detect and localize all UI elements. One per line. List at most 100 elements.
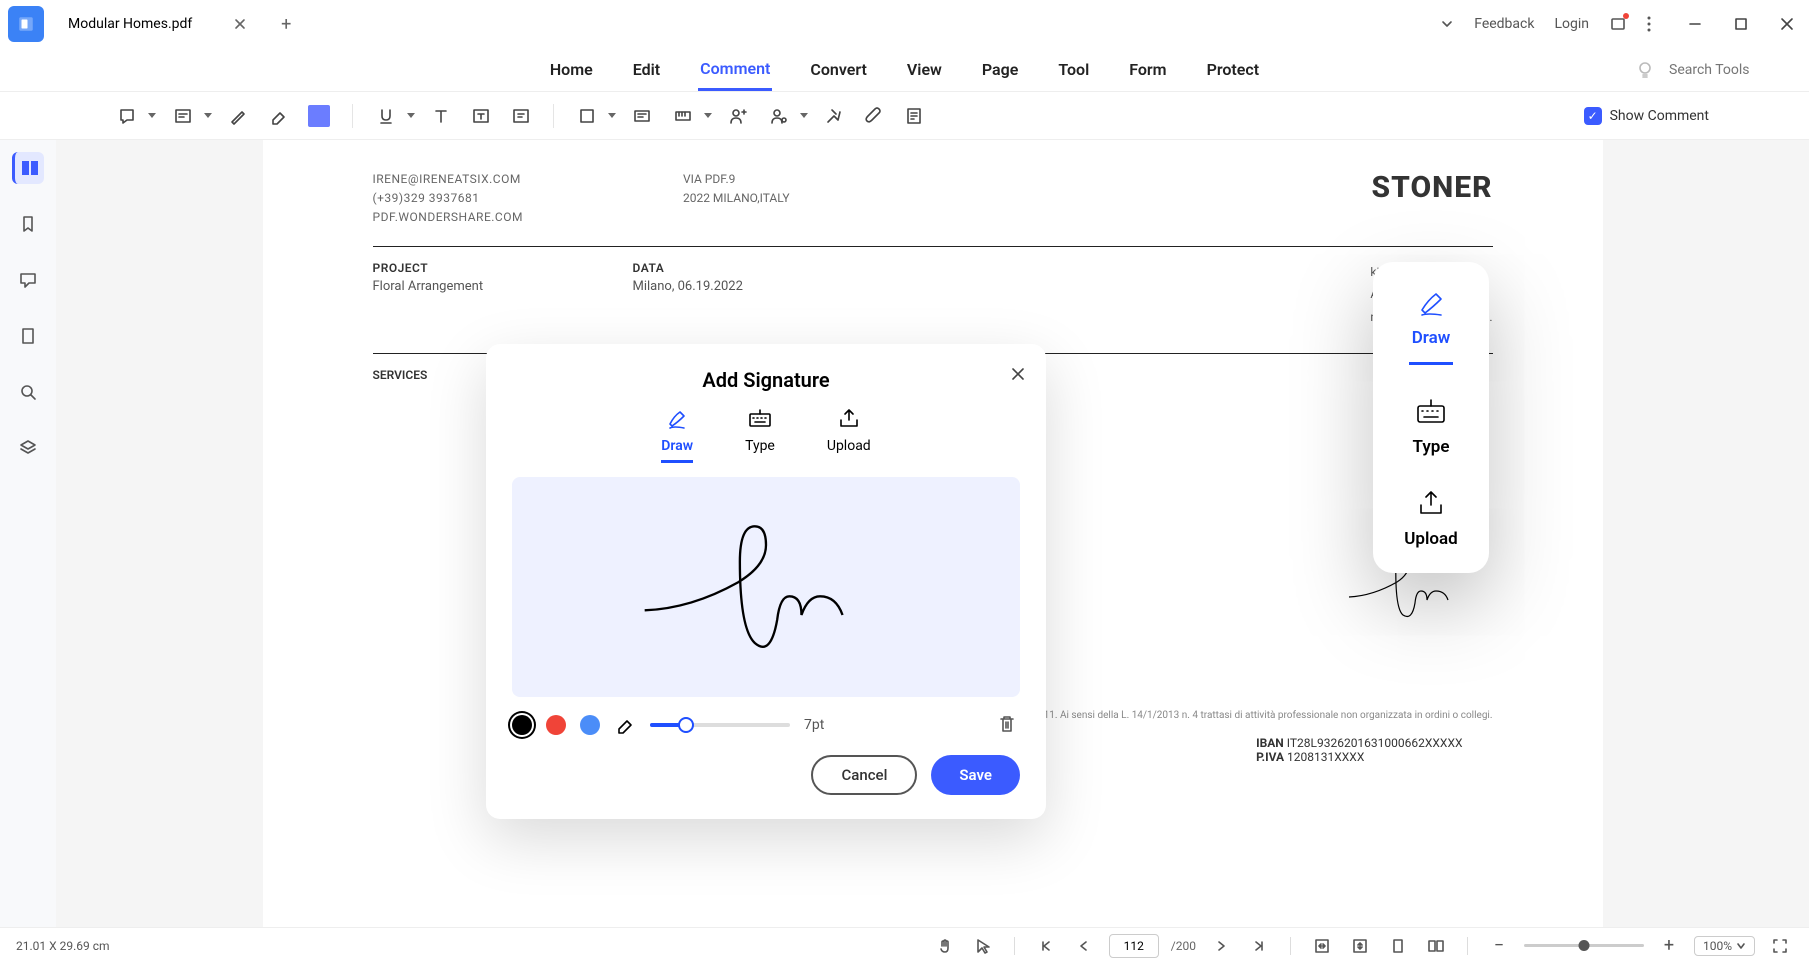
contact-web: PDF.WONDERSHARE.COM bbox=[373, 208, 523, 227]
maximize-window-icon[interactable] bbox=[1727, 10, 1755, 38]
menu-protect[interactable]: Protect bbox=[1205, 50, 1262, 89]
add-contact-tool[interactable] bbox=[722, 100, 754, 132]
main-menu: Home Edit Comment Convert View Page Tool… bbox=[0, 48, 1809, 92]
measure-tool[interactable] bbox=[666, 100, 714, 132]
prev-page-icon[interactable] bbox=[1071, 933, 1097, 959]
stamp-tool[interactable] bbox=[626, 100, 658, 132]
cancel-button[interactable]: Cancel bbox=[811, 755, 917, 795]
hand-tool-icon[interactable] bbox=[932, 933, 958, 959]
close-window-icon[interactable] bbox=[1773, 10, 1801, 38]
brand-logo: STONER bbox=[1371, 170, 1492, 205]
zoom-in-icon[interactable]: + bbox=[1656, 933, 1682, 959]
close-dialog-icon[interactable] bbox=[1010, 366, 1026, 387]
search-panel-icon[interactable] bbox=[12, 376, 44, 408]
stroke-width-slider[interactable] bbox=[650, 723, 790, 727]
fullscreen-icon[interactable] bbox=[1767, 933, 1793, 959]
keyboard-icon bbox=[1414, 395, 1448, 429]
add-contact-dropdown[interactable] bbox=[762, 100, 810, 132]
data-label: DATA bbox=[633, 261, 803, 275]
iban: IBAN IT28L9326201631000662XXXXX bbox=[1256, 736, 1462, 750]
data-value: Milano, 06.19.2022 bbox=[633, 279, 803, 294]
draw-icon bbox=[1414, 286, 1448, 320]
panel-upload[interactable]: Upload bbox=[1404, 487, 1457, 549]
color-swatch[interactable] bbox=[308, 105, 330, 127]
highlight-tool[interactable] bbox=[222, 100, 254, 132]
zoom-slider[interactable] bbox=[1524, 944, 1644, 947]
page-number-input[interactable] bbox=[1109, 934, 1159, 958]
save-button[interactable]: Save bbox=[931, 755, 1020, 795]
signature-tool[interactable] bbox=[818, 100, 850, 132]
separator bbox=[352, 104, 353, 128]
search-tools-input[interactable] bbox=[1669, 62, 1789, 78]
text-comment-tool[interactable] bbox=[166, 100, 214, 132]
text-tool[interactable] bbox=[425, 100, 457, 132]
color-blue[interactable] bbox=[580, 715, 600, 735]
document-tab[interactable]: Modular Homes.pdf bbox=[52, 6, 264, 42]
panel-draw[interactable]: Draw bbox=[1409, 286, 1453, 365]
menu-view[interactable]: View bbox=[905, 50, 944, 89]
new-tab-button[interactable]: + bbox=[272, 10, 300, 38]
more-menu-icon[interactable] bbox=[1647, 16, 1651, 32]
delete-signature-icon[interactable] bbox=[996, 713, 1020, 737]
page-dimensions: 21.01 X 29.69 cm bbox=[16, 939, 110, 953]
login-link[interactable]: Login bbox=[1554, 16, 1589, 32]
first-page-icon[interactable] bbox=[1033, 933, 1059, 959]
feedback-link[interactable]: Feedback bbox=[1474, 16, 1534, 32]
thumbnails-icon[interactable] bbox=[12, 152, 44, 184]
zoom-out-icon[interactable]: − bbox=[1486, 933, 1512, 959]
note-list-tool[interactable] bbox=[898, 100, 930, 132]
add-signature-dialog: Add Signature Draw Type Upload bbox=[486, 344, 1046, 819]
callout-tool[interactable] bbox=[505, 100, 537, 132]
app-logo[interactable] bbox=[8, 6, 44, 42]
last-page-icon[interactable] bbox=[1246, 933, 1272, 959]
upload-icon bbox=[836, 406, 862, 432]
tab-upload[interactable]: Upload bbox=[827, 406, 871, 463]
close-tab-icon[interactable] bbox=[232, 16, 248, 32]
two-page-icon[interactable] bbox=[1423, 933, 1449, 959]
eraser-icon[interactable] bbox=[614, 714, 636, 736]
color-black[interactable] bbox=[512, 715, 532, 735]
layers-icon[interactable] bbox=[12, 432, 44, 464]
document-viewport[interactable]: IRENE@IRENEATSIX.COM (+39)329 3937681 PD… bbox=[56, 140, 1809, 927]
menu-comment[interactable]: Comment bbox=[698, 49, 772, 91]
attachment-tool[interactable] bbox=[858, 100, 890, 132]
show-comment-toggle[interactable]: ✓ Show Comment bbox=[1584, 107, 1709, 125]
eraser-tool[interactable] bbox=[262, 100, 294, 132]
fit-page-icon[interactable] bbox=[1347, 933, 1373, 959]
shape-tool[interactable] bbox=[570, 100, 618, 132]
bookmarks-icon[interactable] bbox=[12, 208, 44, 240]
menu-tool[interactable]: Tool bbox=[1056, 50, 1091, 89]
address-line2: 2022 MILANO,ITALY bbox=[683, 189, 790, 208]
show-comment-label: Show Comment bbox=[1610, 108, 1709, 124]
tab-draw[interactable]: Draw bbox=[661, 406, 693, 463]
color-red[interactable] bbox=[546, 715, 566, 735]
text-box-tool[interactable] bbox=[465, 100, 497, 132]
panel-type[interactable]: Type bbox=[1413, 395, 1450, 457]
project-value: Floral Arrangement bbox=[373, 279, 543, 294]
notification-icon[interactable] bbox=[1609, 15, 1627, 33]
minimize-window-icon[interactable] bbox=[1681, 10, 1709, 38]
chevron-down-icon[interactable] bbox=[1440, 17, 1454, 31]
menu-convert[interactable]: Convert bbox=[808, 50, 869, 89]
menu-form[interactable]: Form bbox=[1127, 50, 1168, 89]
signature-canvas[interactable] bbox=[512, 477, 1020, 697]
tab-type[interactable]: Type bbox=[745, 406, 775, 463]
menu-page[interactable]: Page bbox=[980, 50, 1020, 89]
upload-icon bbox=[1414, 487, 1448, 521]
note-tool[interactable] bbox=[110, 100, 158, 132]
lightbulb-icon bbox=[1635, 60, 1655, 80]
menu-home[interactable]: Home bbox=[548, 50, 595, 89]
single-page-icon[interactable] bbox=[1385, 933, 1411, 959]
underline-tool[interactable] bbox=[369, 100, 417, 132]
address-line1: VIA PDF.9 bbox=[683, 170, 790, 189]
fit-width-icon[interactable] bbox=[1309, 933, 1335, 959]
attachments-icon[interactable] bbox=[12, 320, 44, 352]
zoom-percent[interactable]: 100% bbox=[1694, 936, 1755, 956]
next-page-icon[interactable] bbox=[1208, 933, 1234, 959]
menu-edit[interactable]: Edit bbox=[631, 50, 662, 89]
select-tool-icon[interactable] bbox=[970, 933, 996, 959]
comments-panel-icon[interactable] bbox=[12, 264, 44, 296]
tab-title: Modular Homes.pdf bbox=[68, 16, 192, 32]
contact-email: IRENE@IRENEATSIX.COM bbox=[373, 170, 523, 189]
page-total: /200 bbox=[1171, 939, 1196, 953]
